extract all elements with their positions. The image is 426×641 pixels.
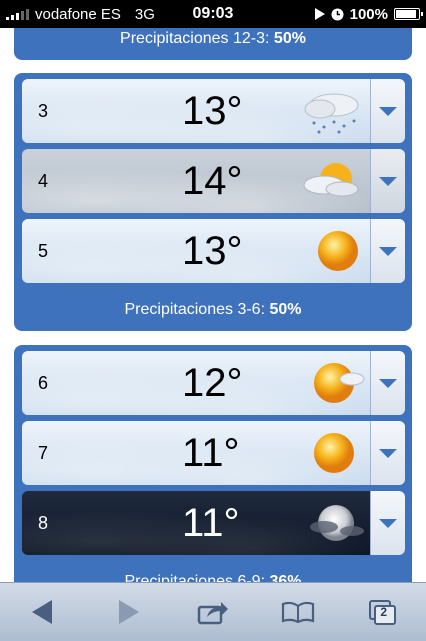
browser-toolbar: 2 [0, 582, 426, 641]
hour-label: 8 [38, 513, 49, 533]
hour-row-8[interactable]: 8 11° [22, 491, 405, 555]
play-icon [314, 8, 325, 20]
hour-label: 6 [38, 373, 49, 393]
forecast-scroll[interactable]: Precipitaciones 12-3: 50% 3 13° 4 14° 5 … [0, 28, 426, 582]
temperature: 12° [182, 361, 243, 405]
chevron-down-icon [379, 378, 397, 388]
sun-cloud-icon [314, 363, 365, 403]
hour-row-6[interactable]: 6 12° [22, 351, 405, 415]
hour-label: 4 [38, 171, 49, 191]
expand-button[interactable] [370, 149, 405, 213]
status-right: 100% [314, 5, 423, 23]
temperature: 13° [182, 229, 243, 273]
tabs-button[interactable]: 2 [361, 592, 405, 632]
forward-arrow-icon [118, 600, 139, 624]
back-arrow-icon [31, 600, 52, 624]
chevron-down-icon [379, 246, 397, 256]
bookmarks-button[interactable] [276, 592, 320, 632]
precipitation-summary: Precipitaciones 6-9: 36% [124, 573, 302, 582]
expand-button[interactable] [370, 421, 405, 485]
temperature: 11° [182, 431, 240, 475]
tabs-count: 2 [380, 605, 388, 619]
precipitation-summary: Precipitaciones 12-3: 50% [120, 30, 306, 47]
hour-row-7[interactable]: 7 11° [22, 421, 405, 485]
precipitation-summary: Precipitaciones 3-6: 50% [124, 301, 302, 318]
moon-cloud-icon [310, 505, 364, 541]
expand-button[interactable] [370, 351, 405, 415]
expand-button[interactable] [370, 79, 405, 143]
expand-button[interactable] [370, 491, 405, 555]
sun-icon [318, 231, 358, 271]
chevron-down-icon [379, 176, 397, 186]
sun-icon [314, 433, 354, 473]
share-icon [197, 602, 228, 625]
battery-percent: 100% [349, 5, 388, 23]
expand-button[interactable] [370, 219, 405, 283]
chevron-down-icon [379, 448, 397, 458]
hour-label: 5 [38, 241, 49, 261]
hour-label: 7 [38, 443, 49, 463]
chevron-down-icon [379, 518, 397, 528]
hour-row-3[interactable]: 3 13° [22, 79, 405, 143]
back-button[interactable] [21, 592, 65, 632]
forecast-group-3-6: 3 13° 4 14° 5 13° Precipitaciones 3-6: 5… [14, 73, 412, 331]
cloud-rain-icon [304, 93, 359, 134]
forward-button[interactable] [106, 592, 150, 632]
forecast-group-12-3: Precipitaciones 12-3: 50% [14, 28, 412, 60]
battery-icon [394, 8, 423, 20]
temperature: 14° [182, 159, 243, 203]
forecast-group-6-9: 6 12° 7 11° 8 11° Precipitaciones 6-9: 3… [14, 345, 412, 582]
status-bar: vodafone ES 3G 09:03 100% [0, 0, 426, 28]
chevron-down-icon [379, 106, 397, 116]
alarm-clock-icon [331, 8, 344, 20]
hour-label: 3 [38, 101, 49, 121]
temperature: 11° [182, 501, 240, 545]
sun-cloud-icon [303, 163, 359, 197]
hour-row-5[interactable]: 5 13° [22, 219, 405, 283]
share-button[interactable] [191, 592, 235, 632]
temperature: 13° [182, 89, 243, 133]
hour-row-4[interactable]: 4 14° [22, 149, 405, 213]
book-icon [282, 601, 315, 623]
